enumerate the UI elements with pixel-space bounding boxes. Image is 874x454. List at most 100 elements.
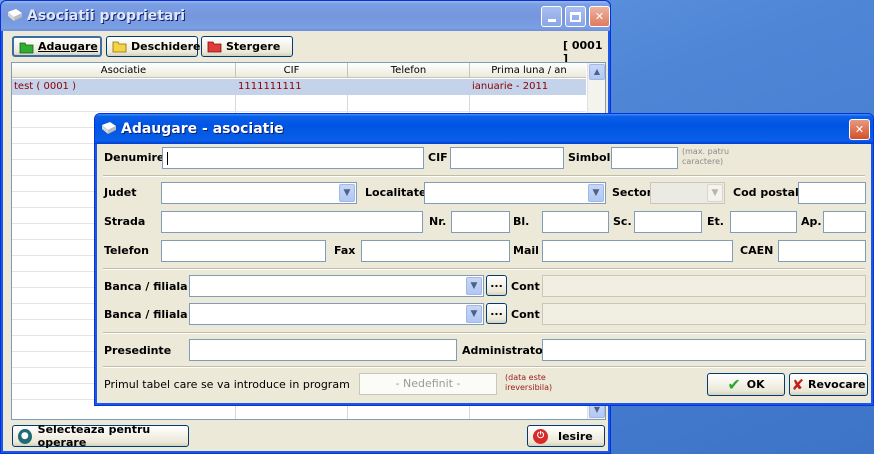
close-icon: ✕ [854, 123, 865, 136]
add-association-dialog: Adaugare - asociatie ✕ Denumire CIF Simb… [94, 113, 874, 406]
chevron-down-icon[interactable]: ▼ [588, 184, 604, 202]
cod-postal-label: Cod postal [733, 186, 799, 199]
cif-label: CIF [428, 151, 448, 164]
section-divider [103, 332, 865, 334]
sc-field[interactable] [634, 211, 702, 233]
telefon-field[interactable] [161, 240, 326, 262]
sector-select: ▼ [650, 182, 725, 204]
dialog-close-button[interactable]: ✕ [849, 119, 870, 140]
strada-field[interactable] [161, 211, 423, 233]
folder-red-icon [207, 41, 222, 53]
cancel-button[interactable]: ✘ Revocare [789, 373, 868, 396]
add-button-label: Adaugare [38, 40, 98, 53]
minimize-button[interactable] [541, 6, 562, 27]
banca1-browse-button[interactable]: ... [486, 275, 507, 296]
mail-field[interactable] [542, 240, 733, 262]
banca2-select[interactable]: ▼ [189, 303, 484, 325]
dialog-titlebar[interactable]: Adaugare - asociatie [95, 114, 873, 144]
banca1-select[interactable]: ▼ [189, 275, 484, 297]
column-header-prima-luna[interactable]: Prima luna / an [470, 63, 588, 78]
cell-prima-luna: ianuarie - 2011 [472, 81, 549, 92]
localitate-select[interactable]: ▼ [424, 182, 606, 204]
primul-tabel-field[interactable]: - Nedefinit - [359, 373, 497, 395]
main-window-titlebar[interactable]: Asociatii proprietari [1, 1, 610, 31]
irreversible-hint: (data este ireversibila) [505, 373, 553, 392]
column-header-telefon[interactable]: Telefon [348, 63, 470, 78]
exit-button[interactable]: ⏻ Iesire [527, 425, 605, 447]
caen-label: CAEN [740, 244, 774, 257]
app-icon [102, 122, 116, 134]
app-icon [8, 9, 22, 21]
administrator-field[interactable] [542, 339, 866, 361]
primul-tabel-label: Primul tabel care se va introduce in pro… [104, 378, 350, 391]
banca1-label: Banca / filiala 1 [104, 280, 200, 293]
main-window-title: Asociatii proprietari [27, 8, 186, 24]
grid-divider [12, 111, 586, 112]
open-button[interactable]: Deschidere [106, 36, 201, 57]
strada-label: Strada [104, 215, 146, 228]
mail-label: Mail [513, 244, 539, 257]
caen-field[interactable] [778, 240, 866, 262]
cancel-x-icon: ✘ [791, 375, 805, 394]
dialog-title: Adaugare - asociatie [121, 121, 284, 137]
denumire-field[interactable] [162, 147, 424, 169]
judet-label: Judet [104, 186, 137, 199]
section-divider [103, 366, 865, 368]
cod-postal-field[interactable] [798, 182, 866, 204]
chevron-down-icon: ▼ [707, 184, 723, 202]
bl-field[interactable] [542, 211, 609, 233]
column-header-asociatie[interactable]: Asociatie [12, 63, 236, 78]
et-field[interactable] [730, 211, 797, 233]
folder-green-icon [19, 42, 34, 54]
simbol-label: Simbol [568, 151, 611, 164]
cancel-label: Revocare [808, 378, 866, 391]
scroll-up-icon[interactable]: ▲ [589, 64, 605, 80]
sc-label: Sc. [613, 215, 632, 228]
close-icon: ✕ [594, 10, 605, 23]
nr-label: Nr. [429, 215, 447, 228]
telefon-label: Telefon [104, 244, 149, 257]
judet-select[interactable]: ▼ [161, 182, 357, 204]
denumire-label: Denumire [104, 151, 165, 164]
text-caret [167, 152, 168, 165]
checkmark-icon: ✔ [727, 375, 741, 394]
administrator-label: Administrator [462, 344, 549, 357]
exit-label: Iesire [558, 429, 593, 443]
bl-label: Bl. [513, 215, 530, 228]
banca2-browse-button[interactable]: ... [486, 303, 507, 324]
cont1-label: Cont [511, 280, 540, 293]
cell-asociatie: test ( 0001 ) [14, 81, 76, 92]
select-for-operation-button[interactable]: ● Selecteaza pentru operare [12, 423, 189, 449]
fax-field[interactable] [361, 240, 510, 262]
minimize-icon [547, 19, 556, 22]
sector-label: Sector [612, 186, 653, 199]
cif-field[interactable] [450, 147, 564, 169]
presedinte-field[interactable] [189, 339, 457, 361]
simbol-field[interactable] [611, 147, 678, 169]
power-icon: ⏻ [533, 428, 548, 444]
ap-label: Ap. [801, 215, 822, 228]
ok-button[interactable]: ✔ OK [707, 373, 785, 396]
ap-field[interactable] [823, 211, 866, 233]
select-label: Selecteaza pentru operare [37, 423, 151, 449]
folder-yellow-icon [112, 41, 127, 53]
close-button[interactable]: ✕ [589, 6, 610, 27]
nr-field[interactable] [451, 211, 510, 233]
cont1-field [542, 275, 866, 297]
chevron-down-icon[interactable]: ▼ [339, 184, 355, 202]
et-label: Et. [707, 215, 724, 228]
cont2-label: Cont [511, 308, 540, 321]
add-button[interactable]: Adaugare [12, 36, 102, 57]
delete-button[interactable]: Stergere [201, 36, 293, 57]
open-button-label: Deschidere [131, 40, 201, 53]
cont2-field [542, 303, 866, 325]
chevron-down-icon[interactable]: ▼ [466, 305, 482, 323]
table-row[interactable]: test ( 0001 ) 1111111111 ianuarie - 2011 [12, 79, 586, 95]
maximize-button[interactable] [565, 6, 586, 27]
simbol-hint: (max. patru caractere) [682, 147, 730, 166]
fax-label: Fax [334, 244, 356, 257]
maximize-icon [570, 11, 581, 22]
chevron-down-icon[interactable]: ▼ [466, 277, 482, 295]
info-icon: ● [18, 428, 32, 444]
column-header-cif[interactable]: CIF [236, 63, 348, 78]
